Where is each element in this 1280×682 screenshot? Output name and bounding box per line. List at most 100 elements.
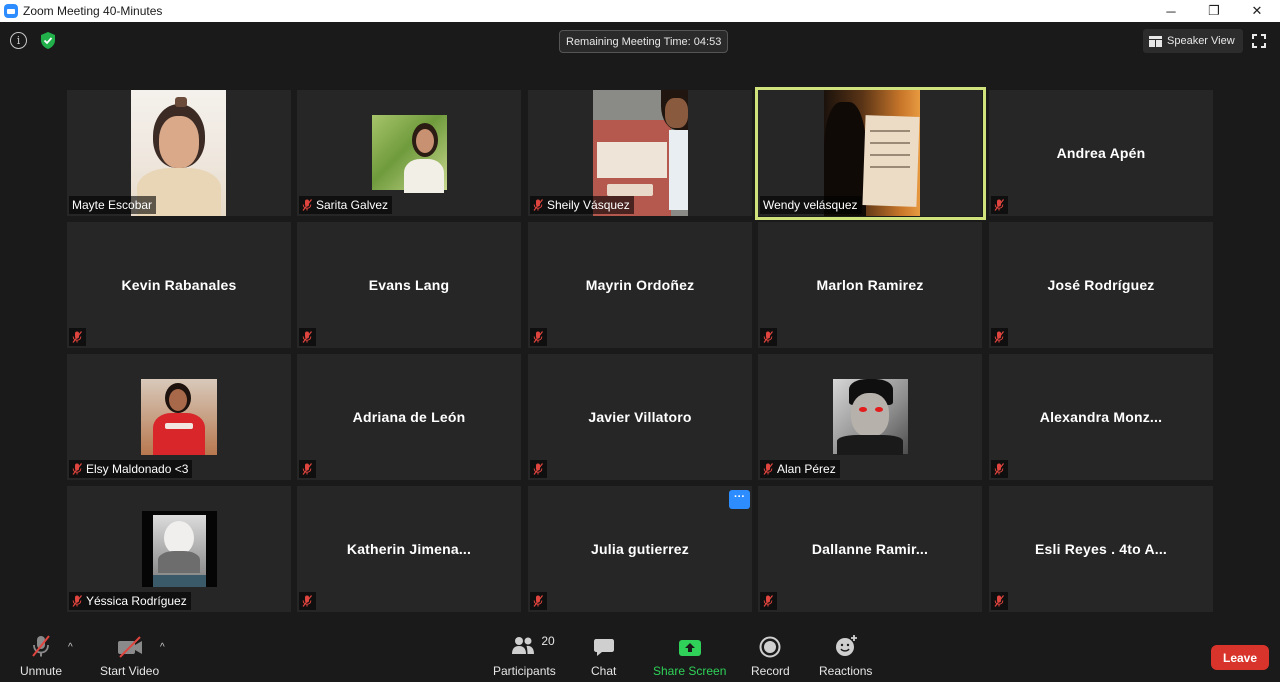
participant-name-label: Yéssica Rodríguez [69, 592, 191, 610]
fullscreen-icon[interactable] [1252, 34, 1266, 48]
participant-name-label [530, 328, 547, 346]
participant-tile-evans-lang[interactable]: Evans Lang [297, 222, 521, 348]
participant-tile-adriana-de-leon[interactable]: Adriana de León [297, 354, 521, 480]
microphone-muted-icon [30, 634, 52, 658]
participant-name-label [530, 592, 547, 610]
record-button[interactable]: Record [751, 634, 790, 678]
record-label: Record [751, 664, 790, 678]
participant-name: Sarita Galvez [316, 198, 389, 212]
participant-name-label [299, 460, 316, 478]
participant-name-center: Esli Reyes . 4to A... [1034, 541, 1168, 557]
microphone-muted-icon [72, 463, 82, 475]
participant-tile-mayrin-ordonez[interactable]: Mayrin Ordoñez [528, 222, 752, 348]
participant-video [372, 115, 447, 193]
participant-name-label [760, 592, 777, 610]
participant-name: Mayte Escobar [72, 198, 153, 212]
share-screen-label: Share Screen [653, 664, 727, 678]
zoom-app-icon [4, 4, 18, 18]
leave-button[interactable]: Leave [1211, 645, 1269, 670]
microphone-muted-icon [533, 199, 543, 211]
participant-name-label [991, 196, 1008, 214]
participant-name: Elsy Maldonado <3 [86, 462, 189, 476]
speaker-view-button[interactable]: Speaker View [1143, 29, 1243, 53]
microphone-muted-icon [302, 199, 312, 211]
participant-name-center: José Rodríguez [1047, 277, 1155, 293]
participant-tile-marlon-ramirez[interactable]: Marlon Ramirez [758, 222, 982, 348]
reactions-button[interactable]: Reactions [819, 634, 872, 678]
participant-tile-sarita-galvez[interactable]: Sarita Galvez [297, 90, 521, 216]
unmute-label: Unmute [20, 664, 63, 678]
participant-tile-esli-reyes-4to-a[interactable]: Esli Reyes . 4to A... [989, 486, 1213, 612]
window-titlebar: Zoom Meeting 40-Minutes ─ ❐ ✕ [0, 0, 1280, 22]
participant-name-center: Katherin Jimena... [346, 541, 472, 557]
encryption-shield-icon[interactable] [39, 31, 57, 50]
participant-tile-sheily-vasquez[interactable]: Sheily Vásquez [528, 90, 752, 216]
microphone-muted-icon [994, 199, 1004, 211]
participant-name-label: Sheily Vásquez [530, 196, 634, 214]
microphone-muted-icon [994, 463, 1004, 475]
participant-name-label: Elsy Maldonado <3 [69, 460, 193, 478]
participant-tile-mayte-escobar[interactable]: Mayte Escobar [67, 90, 291, 216]
participant-name-center: Julia gutierrez [591, 541, 689, 557]
audio-options-caret-icon[interactable]: ^ [68, 642, 73, 653]
participant-tile-kevin-rabanales[interactable]: Kevin Rabanales [67, 222, 291, 348]
participant-name-label: Sarita Galvez [299, 196, 393, 214]
minimize-button[interactable]: ─ [1149, 0, 1193, 22]
participant-tile-alan-perez[interactable]: Alan Pérez [758, 354, 982, 480]
chat-button[interactable]: Chat [591, 634, 616, 678]
start-video-button[interactable]: Start Video [100, 634, 159, 678]
microphone-muted-icon [763, 331, 773, 343]
chat-label: Chat [591, 664, 617, 678]
info-icon[interactable]: i [10, 32, 27, 49]
gallery-view: Mayte Escobar Sarita Galvez Sheily Vásqu… [0, 62, 1280, 622]
participant-name-label [991, 328, 1008, 346]
participant-name-center: Evans Lang [368, 277, 450, 293]
participant-tile-yessica-rodriguez[interactable]: Yéssica Rodríguez [67, 486, 291, 612]
restore-button[interactable]: ❐ [1192, 0, 1236, 22]
reactions-smiley-icon [834, 634, 858, 658]
participant-name-label: Alan Pérez [760, 460, 840, 478]
microphone-muted-icon [533, 331, 543, 343]
participant-video [833, 379, 908, 455]
participant-name-center: Marlon Ramirez [816, 277, 924, 293]
participant-name-center: Andrea Apén [1056, 145, 1146, 161]
participants-button[interactable]: 20 Participants [493, 634, 556, 678]
record-icon [759, 634, 781, 658]
participant-name-center: Kevin Rabanales [121, 277, 237, 293]
participants-icon [511, 635, 537, 658]
participants-count: 20 [541, 634, 555, 648]
participant-tile-alexandra-monz[interactable]: Alexandra Monz... [989, 354, 1213, 480]
participant-name-center: Adriana de León [352, 409, 466, 425]
microphone-muted-icon [302, 331, 312, 343]
microphone-muted-icon [72, 331, 82, 343]
participant-name-label [530, 460, 547, 478]
participant-video [142, 511, 217, 587]
participant-tile-elsy-maldonado-3[interactable]: Elsy Maldonado <3 [67, 354, 291, 480]
close-button[interactable]: ✕ [1235, 0, 1279, 22]
unmute-button[interactable]: Unmute [20, 634, 62, 678]
participant-name: Wendy velásquez [763, 198, 858, 212]
participant-tile-julia-gutierrez[interactable]: Julia gutierrez [528, 486, 752, 612]
microphone-muted-icon [533, 595, 543, 607]
share-screen-button[interactable]: Share Screen [653, 634, 726, 678]
remaining-time-badge: Remaining Meeting Time: 04:53 [559, 30, 729, 53]
participant-tile-wendy-velasquez[interactable]: Wendy velásquez [758, 90, 982, 216]
participant-name: Alan Pérez [777, 462, 836, 476]
video-options-caret-icon[interactable]: ^ [160, 642, 165, 653]
participant-name-label [991, 592, 1008, 610]
participant-name-center: Alexandra Monz... [1039, 409, 1163, 425]
chat-bubble-icon [593, 634, 615, 658]
microphone-muted-icon [994, 595, 1004, 607]
start-video-label: Start Video [100, 664, 160, 678]
microphone-muted-icon [763, 595, 773, 607]
participant-tile-jose-rodriguez[interactable]: José Rodríguez [989, 222, 1213, 348]
participant-name: Sheily Vásquez [547, 198, 630, 212]
view-grid-icon [1149, 35, 1162, 47]
participant-more-options-button[interactable]: ··· [729, 490, 750, 509]
participant-tile-andrea-apen[interactable]: Andrea Apén [989, 90, 1213, 216]
microphone-muted-icon [533, 463, 543, 475]
participant-name-center: Mayrin Ordoñez [585, 277, 695, 293]
participant-tile-javier-villatoro[interactable]: Javier Villatoro [528, 354, 752, 480]
participant-tile-dallanne-ramir[interactable]: Dallanne Ramir... [758, 486, 982, 612]
participant-tile-katherin-jimena[interactable]: Katherin Jimena... [297, 486, 521, 612]
